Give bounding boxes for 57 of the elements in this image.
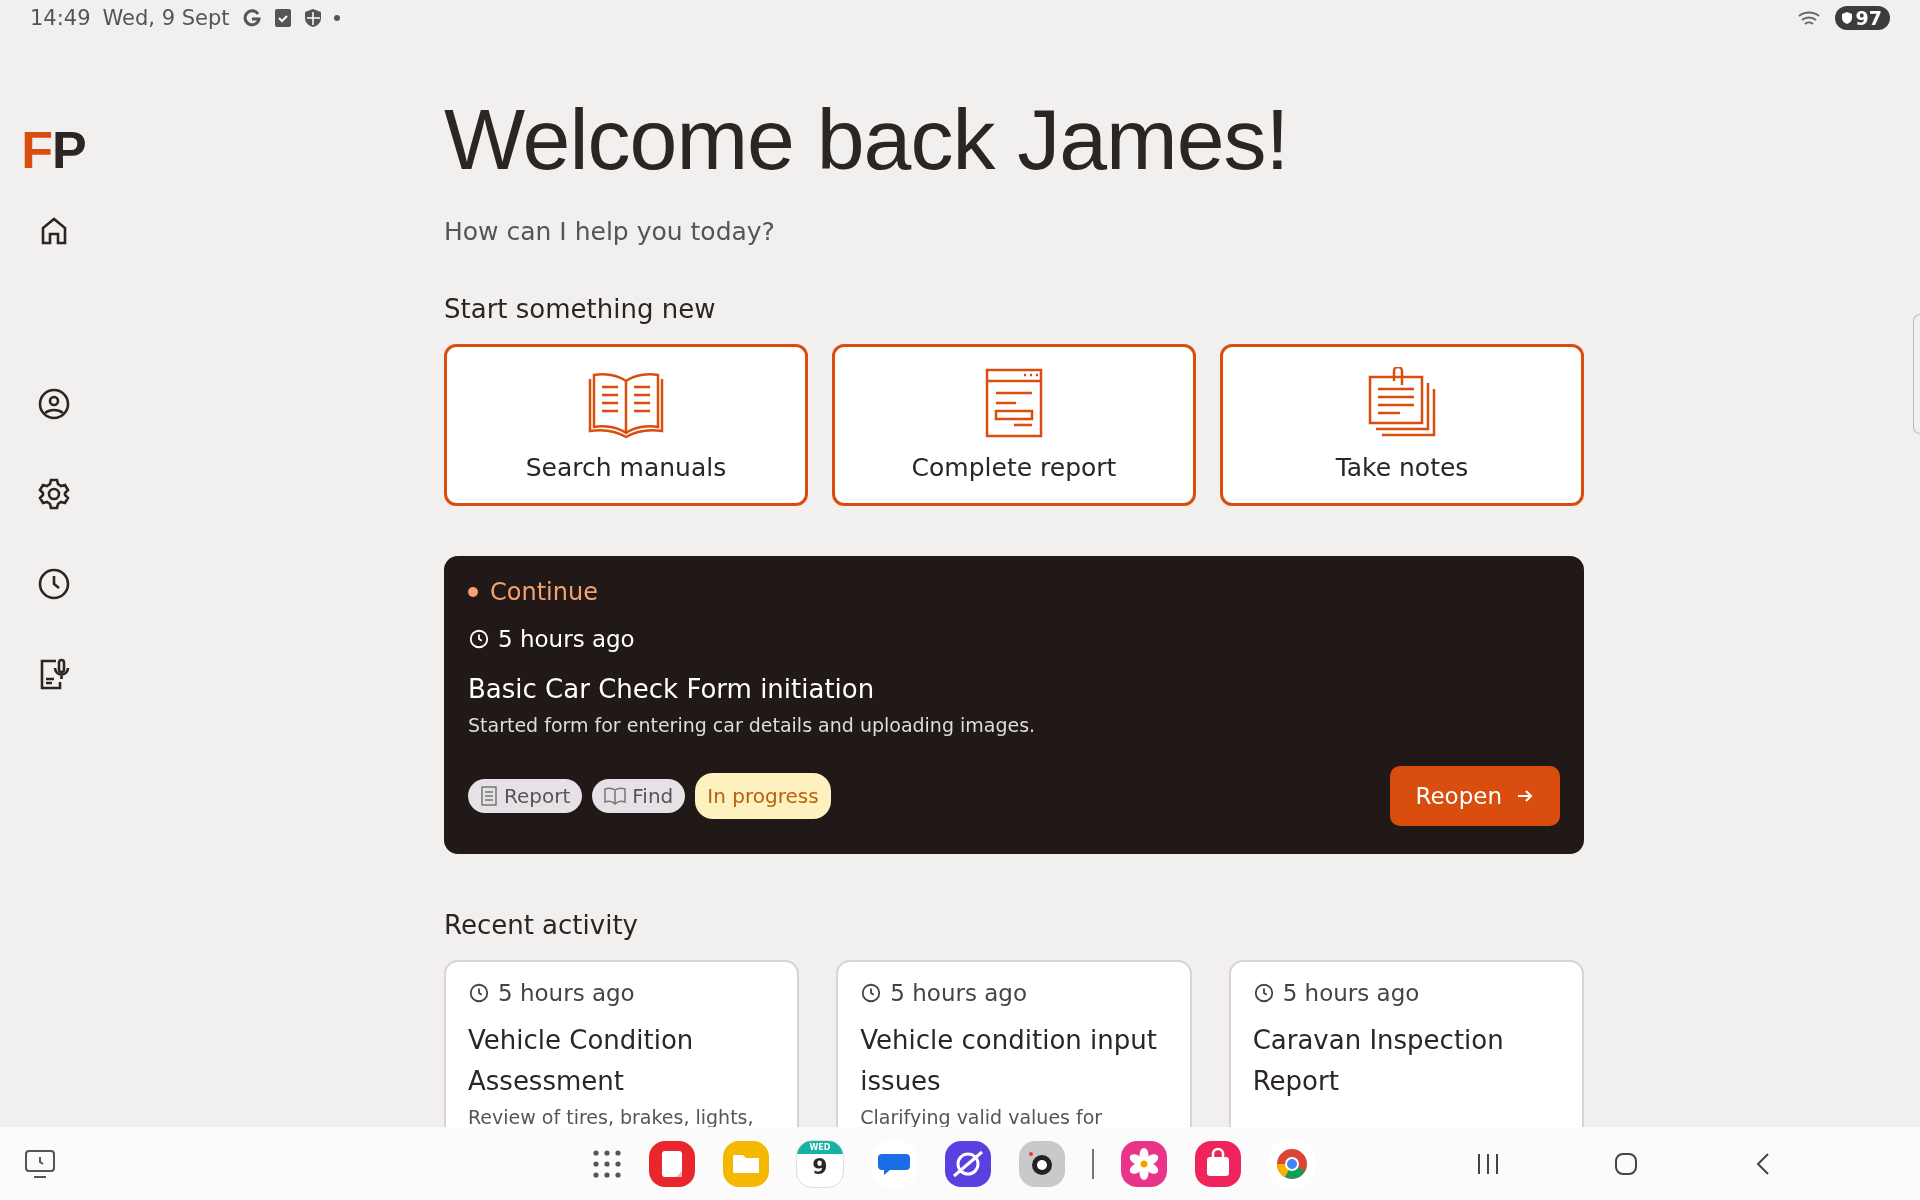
reopen-button[interactable]: Reopen xyxy=(1389,765,1560,826)
settings-icon[interactable] xyxy=(37,478,70,510)
tag: Report xyxy=(468,778,583,813)
card-title: Vehicle condition input issues xyxy=(860,1023,1158,1098)
shopping-bag-app-icon[interactable] xyxy=(1193,1139,1242,1188)
checkbox-icon xyxy=(273,8,292,28)
shield-icon xyxy=(303,8,322,28)
time-ago: 5 hours ago xyxy=(890,979,1027,1006)
section-title: Recent activity xyxy=(444,909,639,940)
planet-app-icon[interactable] xyxy=(944,1139,992,1188)
activity-card[interactable]: 5 hours ago Vehicle condition input issues Clarifying valid values for xyxy=(836,959,1192,1127)
card-title: Basic Car Check Form initiation xyxy=(468,673,876,704)
activity-card[interactable]: 5 hours ago Caravan Inspection Report xyxy=(1228,959,1584,1127)
recent-apps-icon[interactable] xyxy=(1476,1151,1500,1176)
date-text: Wed, 9 Sept xyxy=(102,6,230,30)
action-card[interactable]: Take notes xyxy=(1220,343,1584,506)
continue-label: Continue xyxy=(490,577,598,606)
home-button-icon[interactable] xyxy=(1614,1151,1638,1176)
action-card[interactable]: Complete report xyxy=(832,343,1196,506)
section-title: Start something new xyxy=(444,293,717,324)
card-title: Vehicle Condition Assessment xyxy=(468,1023,695,1098)
card-title: Caravan Inspection Report xyxy=(1252,1023,1505,1098)
status-tag: In progress xyxy=(695,772,831,819)
apps-grid-icon[interactable] xyxy=(592,1148,622,1179)
clock-icon xyxy=(1252,981,1275,1004)
tag: Find xyxy=(592,778,686,813)
book-icon xyxy=(604,786,627,805)
clock-icon xyxy=(468,627,490,650)
form-document-icon xyxy=(984,367,1044,440)
history-clock-icon[interactable] xyxy=(37,568,70,600)
calendar-day: WED xyxy=(797,1140,843,1154)
card-description: Clarifying valid values for xyxy=(860,1105,1104,1127)
welcome-heading: Welcome back James! xyxy=(444,92,1290,187)
profile-icon[interactable] xyxy=(37,388,70,420)
document-icon xyxy=(480,785,498,806)
calendar-date: 9 xyxy=(812,1153,828,1180)
status-dot xyxy=(468,586,478,597)
clock-icon xyxy=(860,981,883,1004)
subheading: How can I help you today? xyxy=(444,216,776,246)
clock-time: 14:49 xyxy=(30,6,91,30)
action-card[interactable]: Search manuals xyxy=(444,343,808,506)
card-description: Review of tires, brakes, lights, xyxy=(468,1105,755,1127)
activity-card[interactable]: 5 hours ago Vehicle Condition Assessment Review of tires, brakes, lights, xyxy=(444,959,800,1127)
battery-indicator: 97 xyxy=(1834,6,1890,30)
camera-app-icon[interactable] xyxy=(1018,1139,1066,1188)
recent-screen-icon[interactable] xyxy=(24,1148,56,1179)
clock-icon xyxy=(468,981,490,1004)
card-description: Started form for entering car details and uploading images. xyxy=(468,713,1037,736)
time-ago: 5 hours ago xyxy=(498,625,635,652)
notebook-app-icon[interactable] xyxy=(648,1139,696,1188)
g-letter-icon xyxy=(241,8,262,28)
dot-icon xyxy=(333,15,340,21)
app-logo: FP xyxy=(21,120,86,180)
time-ago: 5 hours ago xyxy=(1282,979,1420,1006)
flower-app-icon[interactable] xyxy=(1119,1139,1168,1188)
calendar-app-icon[interactable]: WED 9 xyxy=(796,1139,844,1188)
time-ago: 5 hours ago xyxy=(498,979,635,1006)
